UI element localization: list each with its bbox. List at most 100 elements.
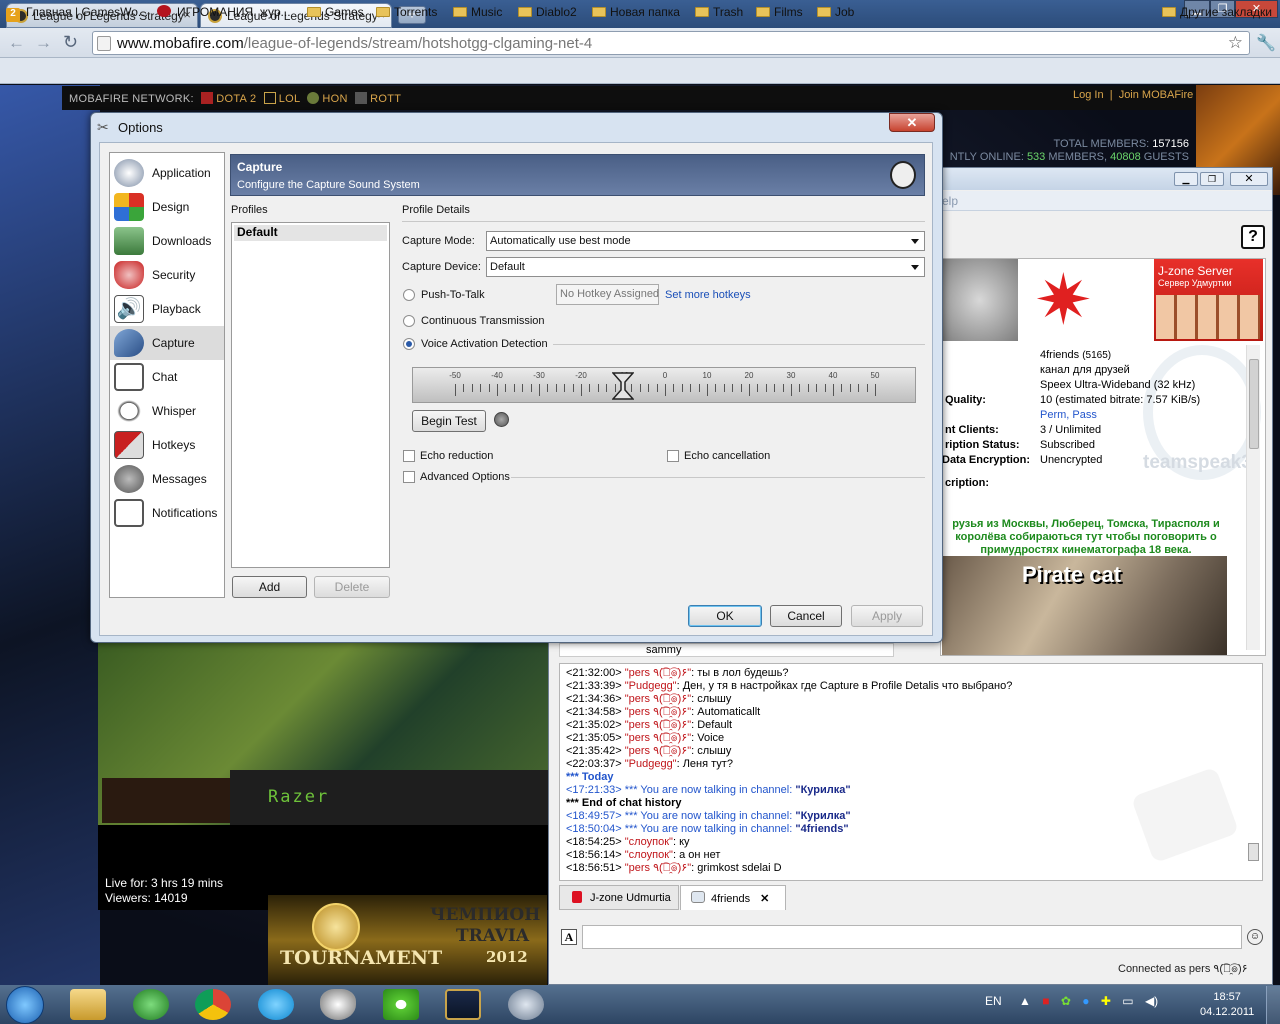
delete-profile-button[interactable]: Delete: [314, 576, 390, 598]
slider-tick-label: -50: [449, 371, 461, 380]
network-link-lol[interactable]: LOL: [279, 93, 300, 105]
profile-item-default[interactable]: Default: [234, 225, 387, 241]
address-bar[interactable]: www.mobafire.com/league-of-legends/strea…: [92, 31, 1250, 55]
category-chat[interactable]: Chat: [110, 360, 224, 394]
teamspeak-icon[interactable]: [508, 989, 544, 1020]
volume-icon[interactable]: ◀): [1145, 994, 1158, 1008]
tray-icq-icon[interactable]: ✿: [1061, 994, 1071, 1008]
cancel-button[interactable]: Cancel: [770, 605, 842, 627]
text-format-icon[interactable]: A: [561, 929, 577, 945]
continuous-transmission-label[interactable]: Continuous Transmission: [421, 315, 545, 327]
tray-skype-icon[interactable]: ●: [1082, 994, 1089, 1008]
bookmark-folder-games[interactable]: Games: [307, 5, 364, 19]
hotkey-button[interactable]: No Hotkey Assigned: [556, 284, 659, 305]
wrench-icon[interactable]: 🔧: [1256, 33, 1276, 53]
client-row-sammy[interactable]: sammy: [559, 643, 894, 657]
other-bookmarks[interactable]: Другие закладки: [1162, 5, 1272, 19]
advanced-options-label[interactable]: Advanced Options: [420, 471, 510, 483]
apply-button[interactable]: Apply: [851, 605, 923, 627]
network-link-dota2[interactable]: DOTA 2: [216, 93, 256, 105]
category-playback[interactable]: 🔊 Playback: [110, 292, 224, 326]
bookmark-folder-new[interactable]: Новая папка: [592, 5, 680, 19]
login-link[interactable]: Log In: [1073, 89, 1104, 101]
ok-button[interactable]: OK: [688, 605, 762, 627]
ts-close-button[interactable]: ✕: [1230, 172, 1268, 186]
tray-plus-icon[interactable]: ✚: [1101, 994, 1111, 1008]
alien-app-icon[interactable]: [320, 989, 356, 1020]
bookmark-folder-music[interactable]: Music: [453, 5, 502, 19]
start-button[interactable]: [6, 986, 44, 1024]
help-icon[interactable]: ?: [1241, 225, 1265, 249]
chat-scrollbar[interactable]: [1248, 668, 1260, 878]
ts-minimize-button[interactable]: ▁: [1174, 172, 1198, 186]
emoticon-icon[interactable]: ☺: [1247, 929, 1263, 945]
chat-tab-server[interactable]: J-zone Udmurtia: [559, 885, 679, 910]
category-whisper[interactable]: Whisper: [110, 394, 224, 428]
chrome-icon[interactable]: [195, 989, 231, 1020]
league-of-legends-icon[interactable]: [445, 989, 481, 1020]
capture-device-select[interactable]: Default: [486, 257, 925, 277]
bookmark-gameswo[interactable]: 2 Главная | GamesWo...: [6, 5, 148, 22]
push-to-talk-label[interactable]: Push-To-Talk: [421, 289, 485, 301]
echo-reduction-label[interactable]: Echo reduction: [420, 450, 493, 462]
continuous-transmission-radio[interactable]: [403, 315, 415, 327]
category-security[interactable]: Security: [110, 258, 224, 292]
add-profile-button[interactable]: Add: [232, 576, 307, 598]
category-messages[interactable]: Messages: [110, 462, 224, 496]
dialog-close-button[interactable]: ✕: [889, 113, 935, 132]
ts-maximize-button[interactable]: ❐: [1200, 172, 1224, 186]
icq-icon[interactable]: [383, 989, 419, 1020]
explorer-icon[interactable]: [70, 989, 106, 1020]
back-icon[interactable]: ←: [8, 33, 25, 53]
category-application[interactable]: Application: [110, 156, 224, 190]
category-notifications[interactable]: Notifications: [110, 496, 224, 530]
echo-cancellation-checkbox[interactable]: [667, 450, 679, 462]
show-desktop-button[interactable]: [1266, 986, 1280, 1024]
reload-icon[interactable]: ↻: [63, 32, 78, 53]
push-to-talk-radio[interactable]: [403, 289, 415, 301]
help-menu[interactable]: elp: [942, 194, 958, 208]
voice-activation-radio[interactable]: [403, 338, 415, 350]
slider-thumb[interactable]: [611, 372, 635, 400]
clock[interactable]: 18:57 04.12.2011: [1200, 990, 1254, 1020]
chat-tab-channel[interactable]: 4friends ✕: [680, 885, 786, 910]
language-indicator[interactable]: EN: [985, 994, 1002, 1008]
tray-app-icon[interactable]: ■: [1042, 994, 1049, 1008]
capture-mode-select[interactable]: Automatically use best mode: [486, 231, 925, 251]
category-design[interactable]: Design: [110, 190, 224, 224]
network-icon[interactable]: ▭: [1122, 994, 1133, 1008]
bookmark-folder-trash[interactable]: Trash: [695, 5, 743, 19]
forward-icon[interactable]: →: [35, 33, 52, 53]
network-link-rott[interactable]: ROTT: [370, 93, 401, 105]
info-scrollbar[interactable]: [1246, 345, 1260, 650]
slider-tick: [539, 384, 540, 396]
category-capture[interactable]: Capture: [110, 326, 224, 360]
advanced-options-checkbox[interactable]: [403, 471, 415, 483]
profiles-list[interactable]: Default: [231, 222, 390, 568]
category-downloads[interactable]: Downloads: [110, 224, 224, 258]
pass-link[interactable]: Pass: [1072, 409, 1096, 421]
network-link-hon[interactable]: HON: [322, 93, 347, 105]
perm-link[interactable]: Perm: [1040, 409, 1066, 421]
close-tab-icon[interactable]: ✕: [760, 893, 769, 905]
bookmark-folder-diablo2[interactable]: Diablo2: [518, 5, 577, 19]
category-hotkeys[interactable]: Hotkeys: [110, 428, 224, 462]
join-link[interactable]: Join MOBAFire: [1119, 89, 1194, 101]
slider-tick: [807, 384, 809, 392]
set-more-hotkeys-link[interactable]: Set more hotkeys: [665, 289, 751, 301]
chat-input[interactable]: [582, 925, 1242, 949]
begin-test-button[interactable]: Begin Test: [412, 410, 486, 432]
bookmark-star-icon[interactable]: ☆: [1228, 33, 1243, 53]
vad-threshold-slider[interactable]: -50-40-30-20-1001020304050: [412, 367, 916, 403]
echo-cancellation-label[interactable]: Echo cancellation: [684, 450, 770, 462]
utorrent-icon[interactable]: [133, 989, 169, 1020]
voice-activation-label[interactable]: Voice Activation Detection: [421, 338, 548, 350]
tray-expand-icon[interactable]: ▲: [1019, 994, 1031, 1008]
echo-reduction-checkbox[interactable]: [403, 450, 415, 462]
bookmark-folder-torrents[interactable]: Torrents: [376, 5, 437, 19]
bookmark-igromania[interactable]: ИГРОМАНИЯ, жур...: [157, 5, 291, 19]
tournament-banner[interactable]: TOURNAMENT ЧЕМПИОН TRAVIA 2012: [268, 895, 547, 985]
bookmark-folder-films[interactable]: Films: [756, 5, 803, 19]
skype-icon[interactable]: [258, 989, 294, 1020]
bookmark-folder-job[interactable]: Job: [817, 5, 854, 19]
